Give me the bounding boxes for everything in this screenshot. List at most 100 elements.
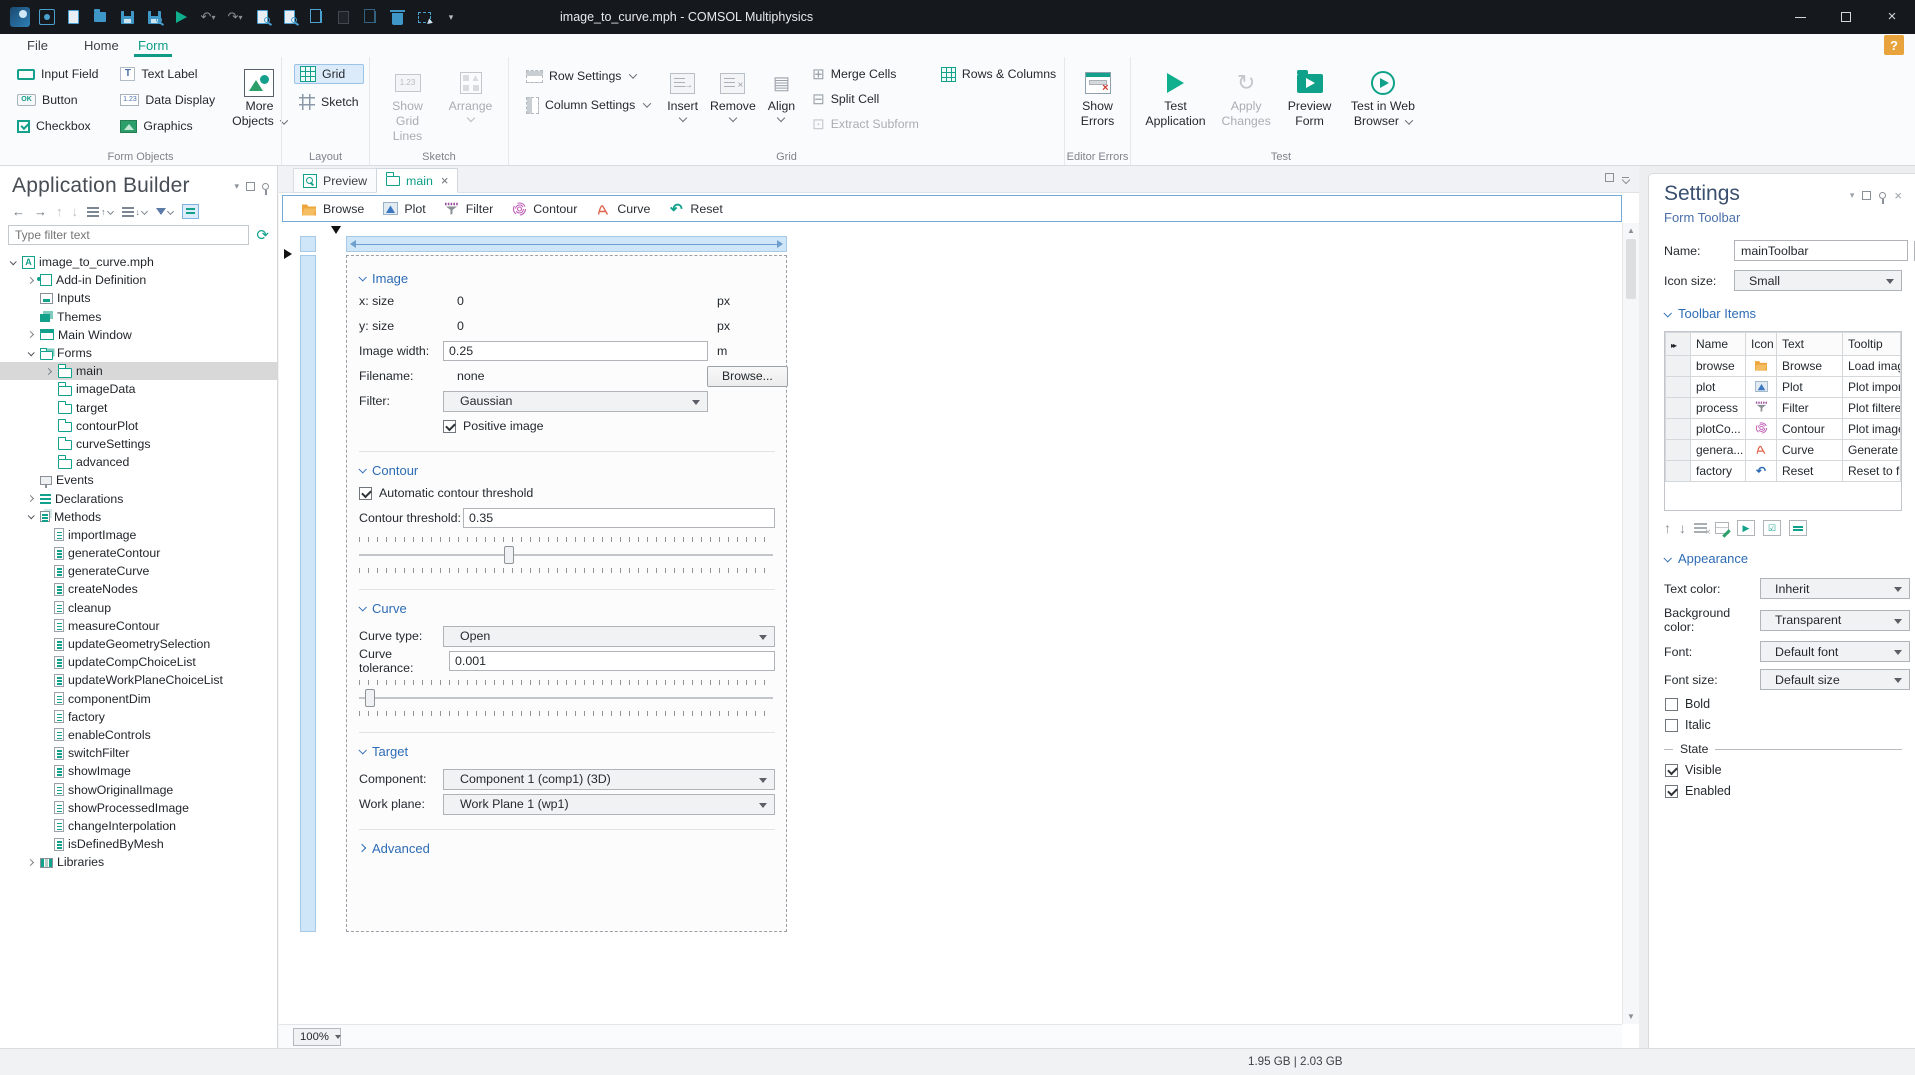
tree-item[interactable]: updateGeometrySelection xyxy=(0,635,277,653)
column-header[interactable]: Text xyxy=(1776,332,1843,356)
tree-item[interactable]: componentDim xyxy=(0,690,277,708)
close-icon[interactable]: × xyxy=(1869,0,1915,34)
expand-columns-icon[interactable]: ▸▸ xyxy=(1671,341,1677,350)
tree-filter-input[interactable] xyxy=(8,225,250,245)
text-label-button[interactable]: T Text Label xyxy=(115,64,220,84)
refresh-icon[interactable]: ⟳ xyxy=(256,226,269,244)
bold-checkbox[interactable] xyxy=(1665,697,1678,711)
column-header[interactable]: Icon xyxy=(1745,332,1777,356)
float-editor-icon[interactable] xyxy=(1605,173,1614,182)
grid-mode-button[interactable]: Grid xyxy=(294,64,364,84)
tree-item[interactable]: enableControls xyxy=(0,726,277,744)
tree-item[interactable]: updateWorkPlaneChoiceList xyxy=(0,671,277,689)
add-separator-icon[interactable] xyxy=(1789,520,1807,536)
font-select[interactable]: Default font xyxy=(1760,641,1910,662)
tree-item[interactable]: generateContour xyxy=(0,544,277,562)
customize-toolbar-icon[interactable]: ▾ xyxy=(442,8,460,26)
scroll-up-icon[interactable]: ▲ xyxy=(1627,226,1635,235)
settings-menu-icon[interactable]: ▾ xyxy=(1850,190,1855,201)
section-advanced-header[interactable]: Advanced xyxy=(357,838,775,858)
minimize-icon[interactable] xyxy=(1777,0,1823,34)
section-curve-header[interactable]: Curve xyxy=(358,598,775,618)
curve-tolerance-slider[interactable] xyxy=(359,677,773,719)
settings-pin-icon[interactable] xyxy=(1879,192,1887,204)
tree-item[interactable]: Inputs xyxy=(0,289,277,307)
grid-column-header[interactable] xyxy=(346,236,787,252)
tree-item[interactable]: Events xyxy=(0,471,277,489)
section-target-header[interactable]: Target xyxy=(358,741,775,761)
tree-item[interactable]: importImage xyxy=(0,526,277,544)
data-display-button[interactable]: 1.23 Data Display xyxy=(115,90,220,110)
tab-file[interactable]: File xyxy=(27,34,48,57)
canvas-vertical-scrollbar[interactable]: ▲ ▼ xyxy=(1622,223,1639,1024)
edit-item-icon[interactable] xyxy=(1715,522,1729,534)
expander[interactable] xyxy=(42,367,54,375)
expander[interactable] xyxy=(24,331,36,339)
settings-close-icon[interactable]: × xyxy=(1894,188,1902,203)
model-manager-icon[interactable] xyxy=(39,9,55,25)
expander[interactable] xyxy=(24,512,36,520)
grid-row-header[interactable] xyxy=(300,255,316,932)
comsol-app-icon[interactable] xyxy=(10,7,30,27)
work-plane-select[interactable]: Work Plane 1 (wp1) xyxy=(443,793,775,815)
contour-toolbar-button[interactable]: Contour xyxy=(503,200,585,218)
tree-item[interactable]: factory xyxy=(0,708,277,726)
enabled-checkbox[interactable] xyxy=(1665,784,1678,798)
section-image-header[interactable]: Image xyxy=(358,268,775,288)
arrange-button[interactable]: Arrange xyxy=(445,64,496,149)
table-row[interactable]: browse BrowseLoad image... xyxy=(1665,355,1901,377)
slider-handle[interactable] xyxy=(365,689,376,707)
curve-type-select[interactable]: Open xyxy=(443,625,775,647)
delete-icon[interactable] xyxy=(388,8,406,26)
find-icon[interactable] xyxy=(280,8,298,26)
more-objects-button[interactable]: More Objects xyxy=(232,64,289,149)
apply-changes-button[interactable]: ↻ Apply Changes xyxy=(1220,64,1272,149)
visible-checkbox[interactable] xyxy=(1665,763,1678,777)
move-down-icon[interactable]: ↓ xyxy=(72,204,79,219)
preview-form-button[interactable]: Preview Form xyxy=(1284,64,1335,149)
tree-item[interactable]: switchFilter xyxy=(0,744,277,762)
expander[interactable] xyxy=(24,858,36,866)
paste-icon[interactable] xyxy=(334,8,352,26)
row-marker-icon[interactable] xyxy=(284,249,292,259)
contour-threshold-slider[interactable] xyxy=(359,534,773,576)
settings-float-icon[interactable] xyxy=(1862,191,1872,200)
test-application-button[interactable]: Test Application xyxy=(1143,64,1208,149)
add-item-icon[interactable]: ▶ xyxy=(1737,520,1755,536)
form-canvas[interactable]: Image x: size 0 px y: size 0 px Image width:… xyxy=(279,223,1622,1024)
save-as-icon[interactable] xyxy=(145,8,163,26)
move-item-down-icon[interactable]: ↓ xyxy=(1679,520,1686,536)
expand-all-icon[interactable]: ↑ xyxy=(87,206,114,217)
sketch-mode-button[interactable]: Sketch xyxy=(294,92,364,112)
table-row[interactable]: factory ↶ ResetReset to fact... xyxy=(1665,460,1901,482)
table-row[interactable]: process FilterPlot filtered i... xyxy=(1665,397,1901,419)
slider-handle[interactable] xyxy=(503,546,514,564)
tree-item[interactable]: updateCompChoiceList xyxy=(0,653,277,671)
collapse-all-icon[interactable]: ↓ xyxy=(121,206,149,217)
tab-main[interactable]: main × xyxy=(376,168,459,193)
scroll-thumb[interactable] xyxy=(1626,239,1636,299)
tree-item[interactable]: curveSettings xyxy=(0,435,277,453)
tree-item[interactable]: Methods xyxy=(0,508,277,526)
help-icon[interactable]: ? xyxy=(1884,35,1904,55)
tree-item[interactable]: cleanup xyxy=(0,599,277,617)
italic-checkbox[interactable] xyxy=(1665,718,1678,732)
tree-item[interactable]: isDefinedByMesh xyxy=(0,835,277,853)
minimize-ribbon-icon[interactable] xyxy=(1622,174,1629,178)
preview-find-icon[interactable] xyxy=(253,8,271,26)
extract-subform-button[interactable]: ⊡ Extract Subform xyxy=(807,114,924,134)
insert-button[interactable]: → Insert xyxy=(667,64,698,149)
zoom-level-select[interactable]: 100% xyxy=(293,1028,341,1046)
move-up-icon[interactable]: ↑ xyxy=(56,204,63,219)
button-button[interactable]: OK Button xyxy=(12,90,103,110)
contour-threshold-input[interactable] xyxy=(463,508,775,528)
row-settings-button[interactable]: Row Settings xyxy=(521,66,655,86)
filter-icon[interactable] xyxy=(156,207,175,216)
icon-size-select[interactable]: Small xyxy=(1734,270,1902,291)
input-field-button[interactable]: Input Field xyxy=(12,64,103,84)
forward-icon[interactable]: → xyxy=(34,204,47,219)
grid-corner-cell[interactable] xyxy=(300,236,316,252)
table-row[interactable]: genera... CurveGenerate cur... xyxy=(1665,439,1901,461)
rows-columns-button[interactable]: Rows & Columns xyxy=(936,64,1061,84)
tree-item[interactable]: showOriginalImage xyxy=(0,780,277,798)
